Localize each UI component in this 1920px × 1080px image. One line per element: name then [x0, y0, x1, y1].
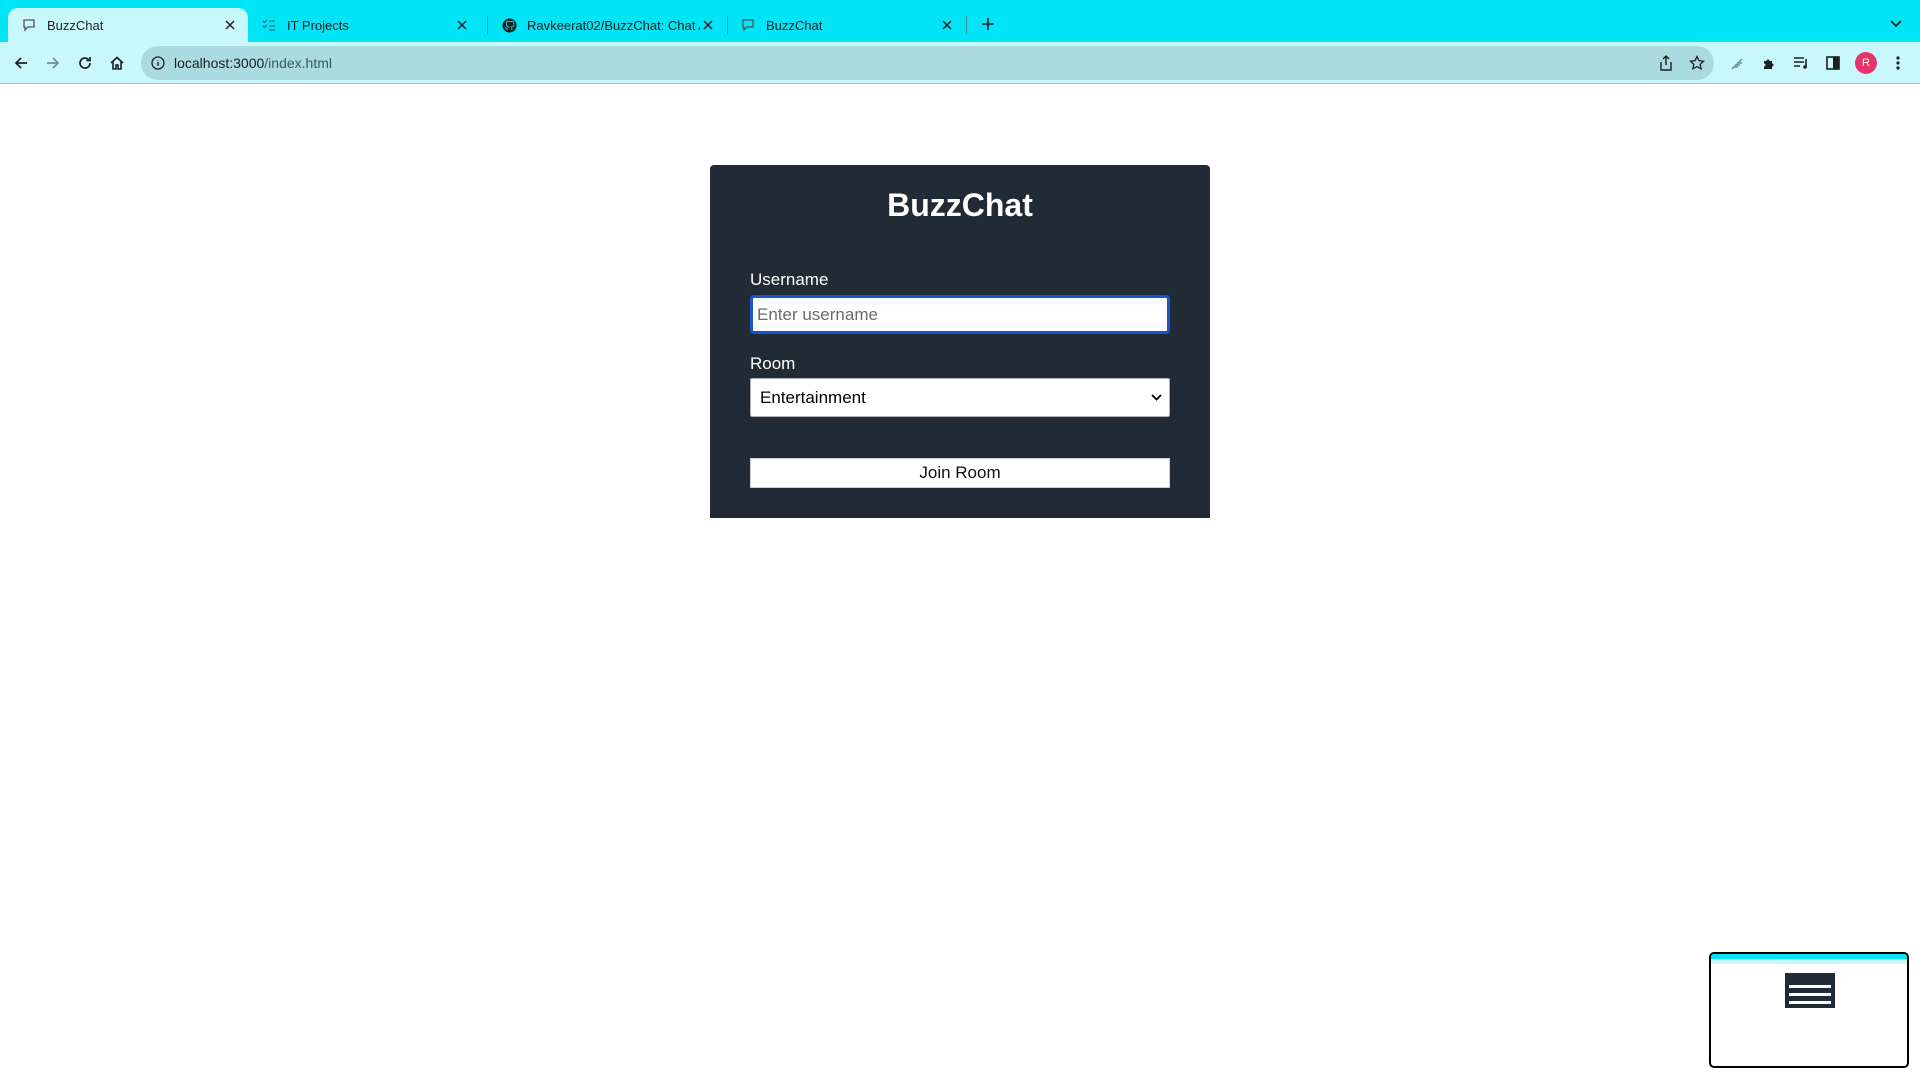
home-button[interactable] [105, 51, 129, 75]
extension-button[interactable] [1726, 51, 1750, 75]
username-placeholder: Enter username [757, 304, 878, 324]
room-selected-value: Entertainment [760, 387, 866, 407]
extensions-button[interactable] [1757, 51, 1781, 75]
tab-buzzchat-2[interactable]: BuzzChat [727, 8, 965, 42]
screen-preview-thumbnail[interactable] [1709, 952, 1909, 1068]
back-button[interactable] [9, 51, 33, 75]
arrow-right-icon [47, 57, 60, 69]
room-label: Room [750, 354, 796, 373]
tab-search-button[interactable] [1886, 14, 1906, 34]
side-panel-icon [1826, 56, 1840, 70]
arrow-left-icon [14, 57, 27, 69]
tab-title: IT Projects [287, 17, 349, 33]
close-icon[interactable] [454, 17, 470, 33]
profile-avatar[interactable]: R [1855, 52, 1877, 74]
new-tab-button[interactable] [978, 14, 998, 34]
browser-toolbar: localhost:3000/index.html R [0, 42, 1920, 84]
extension-feather-icon [1731, 58, 1743, 70]
tab-title: Ravkeerat02/BuzzChat: Chat A [527, 17, 700, 33]
reload-icon [79, 57, 91, 69]
reload-button[interactable] [73, 51, 97, 75]
thumbnail-field [1789, 985, 1831, 988]
tab-it-projects[interactable]: IT Projects [248, 8, 480, 42]
username-input[interactable]: Enter username [750, 295, 1170, 334]
room-select[interactable]: Entertainment [750, 378, 1170, 417]
playlist-icon [1794, 57, 1807, 69]
tab-github-buzzchat[interactable]: Ravkeerat02/BuzzChat: Chat A [488, 8, 726, 42]
thumbnail-button [1789, 1001, 1831, 1004]
thumbnail-field [1789, 993, 1831, 996]
tab-title: BuzzChat [766, 17, 823, 33]
username-label: Username [750, 270, 829, 289]
tab-title: BuzzChat [47, 17, 104, 33]
forward-button[interactable] [41, 51, 65, 75]
chat-bubble-icon [21, 17, 37, 33]
address-bar[interactable]: localhost:3000/index.html [141, 46, 1714, 80]
thumbnail-card [1785, 973, 1835, 1008]
tab-buzzchat[interactable]: BuzzChat [8, 8, 248, 42]
thumbnail-toolbar [1711, 959, 1907, 964]
chevron-down-icon [1890, 20, 1902, 28]
side-panel-button[interactable] [1821, 51, 1845, 75]
github-icon [501, 17, 517, 33]
home-icon [110, 56, 124, 70]
tab-separator [966, 16, 967, 34]
chat-bubble-icon [740, 17, 756, 33]
checklist-icon [261, 17, 277, 33]
chevron-down-icon [1149, 394, 1163, 401]
close-icon[interactable] [700, 17, 716, 33]
join-room-button[interactable]: Join Room [750, 458, 1170, 488]
info-icon[interactable] [150, 55, 166, 71]
url-host: localhost:3000 [174, 55, 265, 71]
url-path: /index.html [264, 55, 332, 71]
browser-tabstrip: BuzzChat IT Projects Ravkeerat02/BuzzCha… [0, 0, 1920, 42]
kebab-menu-icon [1896, 56, 1900, 70]
close-icon[interactable] [222, 17, 238, 33]
share-button[interactable] [1656, 53, 1676, 73]
media-button[interactable] [1789, 51, 1813, 75]
page-title: BuzzChat [887, 187, 1033, 223]
menu-button[interactable] [1886, 51, 1910, 75]
plus-icon [982, 18, 994, 30]
share-icon [1660, 55, 1672, 71]
close-icon[interactable] [939, 17, 955, 33]
star-icon [1689, 55, 1705, 71]
puzzle-icon [1764, 59, 1774, 69]
url-text: localhost:3000/index.html [174, 55, 332, 71]
bookmark-button[interactable] [1687, 53, 1707, 73]
join-form-card: BuzzChat Username Enter username Room En… [710, 165, 1210, 518]
